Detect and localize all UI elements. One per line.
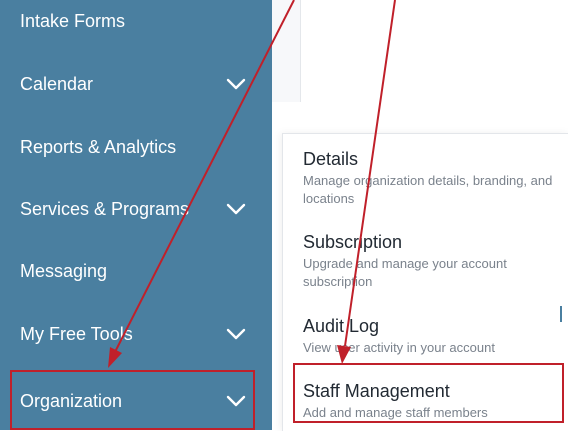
sidebar: Intake Forms Calendar Reports & Analytic… <box>0 0 272 430</box>
menu-item-title: Subscription <box>303 232 403 252</box>
sidebar-item-label: Calendar <box>20 73 94 94</box>
sidebar-item-my-free-tools[interactable]: My Free Tools <box>0 314 272 354</box>
sidebar-item-intake-forms[interactable]: Intake Forms <box>0 1 272 41</box>
sidebar-item-reports-analytics[interactable]: Reports & Analytics <box>0 127 272 167</box>
sidebar-item-label: Intake Forms <box>20 10 126 31</box>
menu-item-title: Details <box>303 149 359 169</box>
scroll-edge-marker <box>560 306 562 322</box>
menu-item-description: View user activity in your account <box>303 340 495 355</box>
chevron-down-icon <box>226 328 246 340</box>
menu-item-details[interactable]: Details Manage organization details, bra… <box>303 148 553 208</box>
menu-item-description: Upgrade and manage your account subscrip… <box>303 256 507 289</box>
organization-highlight-box <box>10 370 255 430</box>
sidebar-item-services-programs[interactable]: Services & Programs <box>0 189 272 229</box>
menu-item-title: Audit Log <box>303 316 380 336</box>
sidebar-item-label: Messaging <box>20 260 108 281</box>
sidebar-item-label: Reports & Analytics <box>20 136 177 157</box>
menu-item-audit-log[interactable]: Audit Log View user activity in your acc… <box>303 315 553 357</box>
content-panel-edge <box>272 0 301 102</box>
menu-item-subscription[interactable]: Subscription Upgrade and manage your acc… <box>303 231 553 291</box>
sidebar-item-messaging[interactable]: Messaging <box>0 251 272 291</box>
staff-management-highlight-box <box>293 363 564 423</box>
sidebar-item-calendar[interactable]: Calendar <box>0 64 272 104</box>
sidebar-item-label: Services & Programs <box>20 198 190 219</box>
chevron-down-icon <box>226 78 246 90</box>
menu-item-description: Manage organization details, branding, a… <box>303 173 553 206</box>
sidebar-item-label: My Free Tools <box>20 323 133 344</box>
chevron-down-icon <box>226 203 246 215</box>
